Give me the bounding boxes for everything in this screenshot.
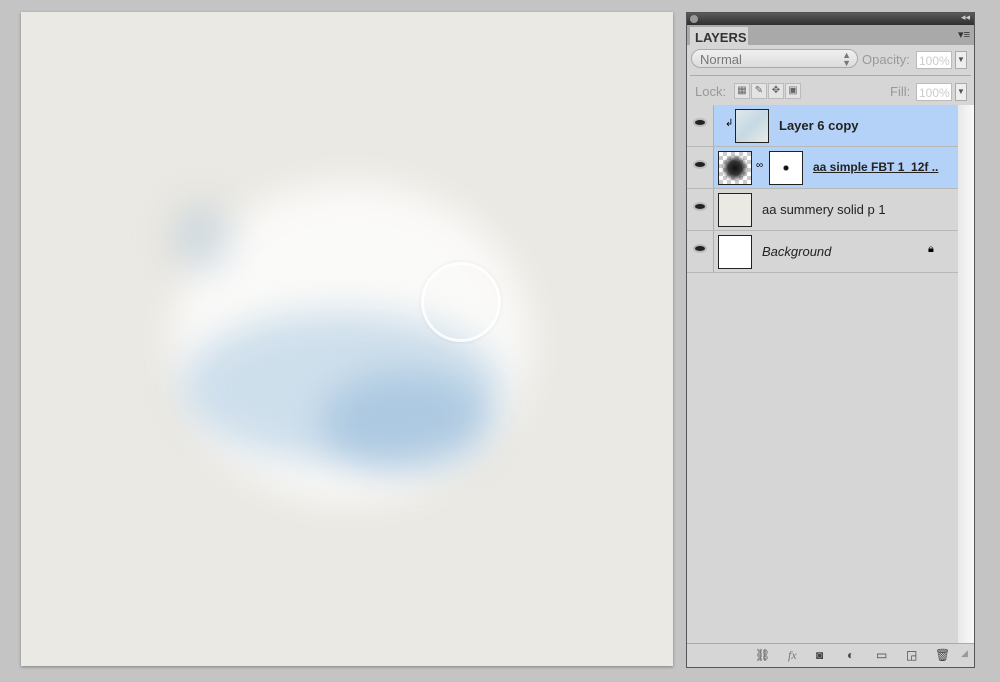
eye-icon (693, 118, 707, 127)
layer-row-background[interactable]: Background 🔒︎ (687, 231, 959, 273)
chain-link-icon[interactable]: ∞ (756, 160, 763, 171)
fill-input[interactable]: 100% (916, 83, 952, 101)
link-icon[interactable]: ⛓ (755, 648, 770, 662)
layer-name[interactable]: Background (762, 244, 831, 259)
layer-list: ↲ Layer 6 copy ∞ aa simple FBT 1_12f .. … (687, 105, 959, 273)
lock-icon: 🔒︎ (928, 243, 934, 255)
layer-thumbnail (718, 193, 752, 227)
layer-row-aa-simple-fbt[interactable]: ∞ aa simple FBT 1_12f .. (687, 147, 959, 189)
new-group-icon[interactable]: ▭ (876, 648, 887, 662)
add-mask-icon[interactable]: ◙ (816, 648, 823, 662)
clipping-arrow-icon: ↲ (725, 118, 734, 129)
eye-icon (693, 160, 707, 169)
panel-menu-icon[interactable]: ▾≡ (958, 28, 970, 41)
layers-panel: ◂◂ LAYERS ▾≡ Normal ▲ ▼ Opacity: 100% ▼ Lo… (686, 12, 975, 668)
layer-thumbnail (735, 109, 769, 143)
collapse-icon[interactable]: ◂◂ (961, 12, 970, 23)
lock-transparent-icon[interactable]: ▦ (734, 83, 750, 99)
close-icon[interactable] (690, 15, 698, 23)
opacity-input[interactable]: 100% (916, 51, 952, 69)
tab-layers[interactable]: LAYERS (690, 27, 748, 45)
layer-thumbnail (718, 151, 752, 185)
fill-dropdown[interactable]: ▼ (955, 83, 967, 101)
layer-name[interactable]: aa summery solid p 1 (762, 202, 886, 217)
panel-titlebar[interactable]: ◂◂ (687, 12, 974, 25)
layer-thumbnail (718, 235, 752, 269)
new-layer-icon[interactable]: ◲ (906, 648, 917, 662)
layer-row-layer-6-copy[interactable]: ↲ Layer 6 copy (687, 105, 959, 147)
panel-bottom-toolbar: ⛓ fx ◙ ◐ ▭ ◲ 🗑︎ ◢ (687, 643, 974, 667)
visibility-toggle[interactable] (687, 189, 714, 230)
trash-icon[interactable]: 🗑︎ (935, 648, 950, 662)
resize-grip-icon[interactable]: ◢ (961, 648, 968, 659)
blend-mode-select[interactable]: Normal ▲ ▼ (691, 49, 858, 68)
blend-mode-value: Normal (700, 52, 742, 67)
visibility-toggle[interactable] (687, 105, 714, 146)
visibility-toggle[interactable] (687, 147, 714, 188)
opacity-dropdown[interactable]: ▼ (955, 51, 967, 69)
lock-position-icon[interactable]: ✥ (768, 83, 784, 99)
eye-icon (693, 202, 707, 211)
layer-name[interactable]: Layer 6 copy (779, 118, 859, 133)
opacity-label: Opacity: (862, 52, 910, 67)
visibility-toggle[interactable] (687, 231, 714, 272)
lock-image-icon[interactable]: ✎ (751, 83, 767, 99)
document-canvas[interactable] (21, 12, 673, 666)
lock-all-icon[interactable]: ▣ (785, 83, 801, 99)
adjustment-layer-icon[interactable]: ◐ (847, 648, 854, 662)
layer-name[interactable]: aa simple FBT 1_12f .. (813, 160, 938, 174)
stepper-icon: ▲ ▼ (842, 50, 851, 68)
layer-row-aa-summery-solid[interactable]: aa summery solid p 1 (687, 189, 959, 231)
fill-label: Fill: (890, 84, 911, 99)
eye-icon (693, 244, 707, 253)
fx-icon[interactable]: fx (788, 648, 797, 663)
layer-mask-thumbnail[interactable] (769, 151, 803, 185)
scrollbar[interactable] (958, 105, 974, 653)
lock-label: Lock: (695, 84, 727, 99)
